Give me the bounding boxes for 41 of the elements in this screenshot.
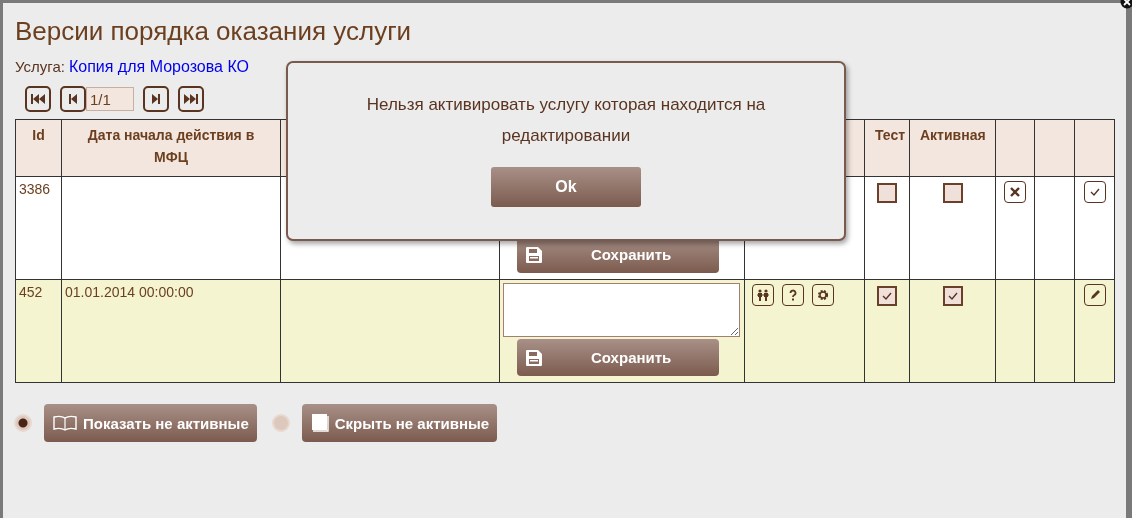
service-label: Услуга: bbox=[15, 58, 65, 75]
filter-button[interactable]: Показать не активные bbox=[44, 404, 257, 442]
active-checkbox[interactable] bbox=[942, 286, 963, 306]
next-page-button[interactable] bbox=[143, 86, 169, 112]
open-book-icon bbox=[52, 415, 78, 431]
radio-button[interactable] bbox=[14, 414, 32, 432]
people-icon[interactable] bbox=[752, 284, 774, 306]
step-back-icon bbox=[67, 92, 79, 106]
previous-page-button[interactable] bbox=[60, 86, 86, 112]
pencil-icon[interactable] bbox=[1083, 284, 1106, 306]
test-checkbox[interactable] bbox=[877, 286, 897, 306]
table-cell: 3386 bbox=[19, 181, 51, 197]
comment-field[interactable] bbox=[503, 283, 740, 337]
settings-icon[interactable] bbox=[812, 284, 834, 306]
help-icon[interactable] bbox=[782, 284, 804, 306]
page-title: Версии порядка оказания услуги bbox=[14, 15, 413, 47]
floppy-icon bbox=[525, 245, 543, 264]
skip-back-icon bbox=[30, 92, 46, 106]
column-header: Id bbox=[32, 127, 45, 143]
first-page-button[interactable] bbox=[25, 86, 51, 112]
page-field[interactable]: 1/1 bbox=[86, 87, 134, 111]
book-icon bbox=[309, 413, 330, 433]
table-cell: 01.01.2014 00:00:00 bbox=[65, 284, 194, 300]
step-forward-icon bbox=[150, 92, 162, 106]
column-header: Тест bbox=[875, 127, 906, 143]
ok-button[interactable]: Ok bbox=[491, 167, 641, 207]
checkmark-icon[interactable] bbox=[1083, 181, 1106, 203]
skip-forward-icon bbox=[183, 92, 199, 106]
last-page-button[interactable] bbox=[178, 86, 204, 112]
column-header: Активная bbox=[920, 127, 986, 143]
close-icon[interactable] bbox=[1004, 181, 1026, 203]
table-cell: 452 bbox=[19, 284, 43, 300]
floppy-icon bbox=[525, 348, 543, 367]
dialog-message: Нельзя активировать услугу которая находится на редактировании bbox=[365, 94, 767, 147]
radio-button[interactable] bbox=[271, 414, 290, 432]
column-header: Дата начала действия в МФЦ bbox=[87, 127, 255, 165]
active-checkbox[interactable] bbox=[942, 183, 963, 203]
filter-button[interactable]: Скрыть не активные bbox=[301, 404, 498, 442]
test-checkbox[interactable] bbox=[877, 183, 897, 203]
save-button[interactable]: Сохранить bbox=[517, 339, 719, 376]
service-link[interactable]: Копия для Морозова КО bbox=[68, 58, 249, 75]
